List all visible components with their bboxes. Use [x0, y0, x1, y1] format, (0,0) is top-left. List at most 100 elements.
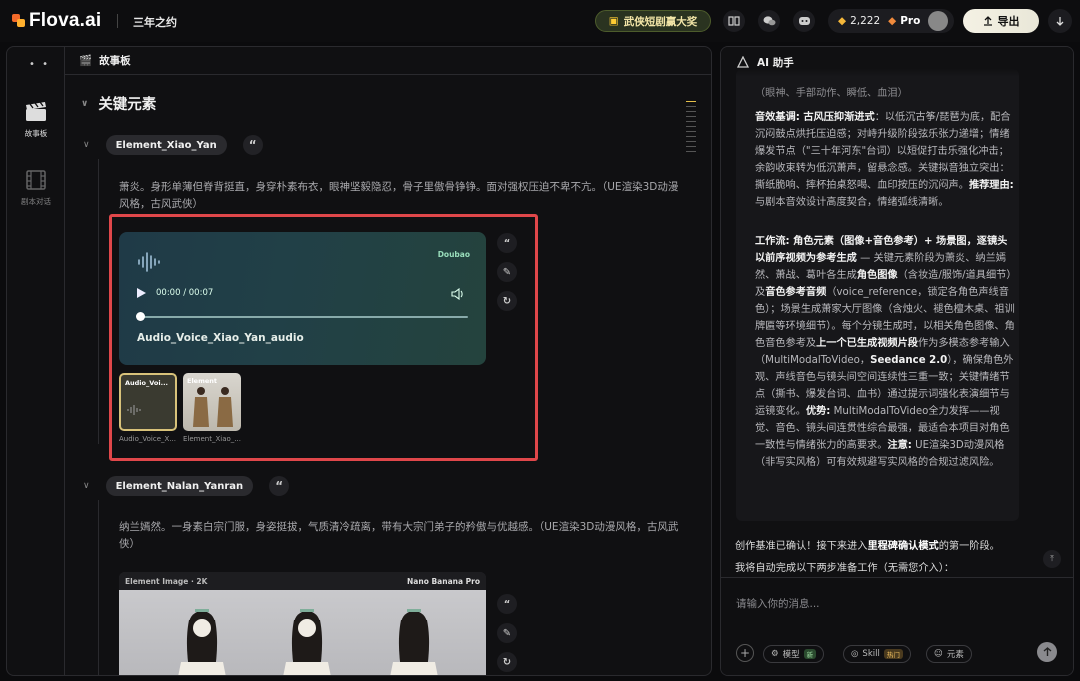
- chip-label: 元素: [946, 650, 964, 660]
- assistant-header: AI 助手: [721, 47, 1073, 77]
- model-icon: ⚙: [771, 649, 779, 659]
- card-actions: “ ✎ ↻: [497, 594, 517, 672]
- model-chip[interactable]: ⚙ 模型 新: [763, 645, 825, 663]
- refresh-icon[interactable]: ↻: [497, 652, 517, 672]
- trophy-icon: ▣: [608, 15, 619, 27]
- confirm-text: 创作基准已确认！接下来进入: [735, 541, 868, 552]
- workflow-bold: Seedance 2.0: [870, 355, 948, 366]
- element-name-pill[interactable]: Element_Nalan_Yanran: [105, 476, 254, 496]
- section-header[interactable]: ∨ 关键元素: [81, 93, 156, 114]
- confirm-text: 的第一阶段。: [938, 541, 1000, 552]
- element-chip[interactable]: ☺ 元素: [926, 645, 972, 663]
- project-title[interactable]: 三年之约: [133, 14, 177, 30]
- workflow-bold: 上一个已生成视频片段: [816, 338, 918, 349]
- audio-label: 音效基调: 古风压抑渐进式: [755, 112, 875, 123]
- discord-icon[interactable]: [793, 10, 815, 32]
- chip-label: Skill: [862, 649, 880, 659]
- confirm-message: 创作基准已确认！接下来进入里程碑确认模式的第一阶段。: [735, 537, 1000, 552]
- export-button[interactable]: 导出: [963, 9, 1039, 33]
- skill-icon: ◎: [851, 649, 859, 659]
- send-button[interactable]: [1037, 642, 1057, 662]
- workflow-bold: 优势:: [805, 406, 831, 417]
- top-bar: Flova.ai 三年之约 ▣ 武侠短剧赢大奖 ◆ 2,222 ◆ Pro 导出: [0, 0, 1080, 42]
- logo[interactable]: Flova.ai: [12, 10, 101, 32]
- side-rail: • • 故事板 剧本对话: [7, 47, 65, 675]
- wechat-icon[interactable]: [758, 10, 780, 32]
- scroll-indicator[interactable]: [686, 97, 696, 156]
- download-button[interactable]: [1048, 9, 1072, 33]
- assistant-panel: （眼神、手部动作、瞬低、血泪） 音效基调: 古风压抑渐进式：以低沉古筝/琵琶为底…: [720, 46, 1074, 676]
- confirm-bold: 里程碑确认模式: [867, 541, 939, 552]
- promo-button[interactable]: ▣ 武侠短剧赢大奖: [595, 10, 711, 32]
- credits-value: 2,222: [850, 15, 881, 27]
- plan-label: Pro: [900, 15, 921, 27]
- logo-text: Flova.ai: [29, 10, 102, 31]
- logo-mark-icon: [12, 14, 26, 28]
- section-title: 关键元素: [98, 97, 157, 113]
- message-input[interactable]: 请输入你的消息...: [736, 596, 820, 611]
- message-line: （眼神、手部动作、瞬低、血泪）: [755, 88, 908, 99]
- reason-label: 推荐理由:: [968, 180, 1014, 191]
- upload-icon: [983, 16, 992, 26]
- workflow-bold: 音色参考音频: [765, 287, 827, 298]
- chevron-down-icon[interactable]: ∨: [83, 140, 90, 150]
- divider: [117, 14, 118, 28]
- element-description: 纳兰嫣然。一身素白宗门服，身姿挺拔，气质清冷疏离，带有大宗门弟子的矜傲与优越感。…: [119, 521, 679, 550]
- workflow-bold: 注意:: [887, 440, 912, 451]
- storyboard-content: ∨ 关键元素 ∨ Element_Xiao_Yan “ 萧炎。身形单薄但脊背挺直…: [65, 75, 711, 675]
- panel-title: 故事板: [99, 55, 131, 67]
- image-model: Nano Banana Pro: [407, 576, 480, 586]
- thread-line: [98, 159, 99, 444]
- auto-note: 我将自动完成以下两步准备工作（无需您介入）：: [735, 563, 955, 574]
- chevron-down-icon: ∨: [81, 98, 89, 109]
- promo-label: 武侠短剧赢大奖: [623, 15, 698, 28]
- element-icon: ☺: [934, 649, 943, 659]
- arrow-down-icon: [1056, 16, 1064, 26]
- element-row: ∨ Element_Xiao_Yan “: [83, 135, 263, 155]
- book-icon[interactable]: [723, 10, 745, 32]
- arrow-up-icon: [1043, 647, 1051, 656]
- film-icon: [26, 170, 46, 190]
- storyboard-panel: • • 故事板 剧本对话 🎬 故事板 ∨ 关键元素 ∨ Element_Xiao…: [6, 46, 712, 676]
- element-description: 萧炎。身形单薄但脊背挺直，身穿朴素布衣，眼神坚毅隐忍，骨子里傲骨铮铮。面对强权压…: [119, 181, 679, 210]
- export-label: 导出: [997, 15, 1020, 28]
- image-label: Element Image: [125, 576, 189, 586]
- rail-item-label: 故事板: [24, 129, 48, 138]
- reason-text: 与剧本音效设计高度契合，情绪弧线清晰。: [755, 197, 949, 208]
- audio-paragraph: 音效基调: 古风压抑渐进式：以低沉古筝/琵琶为底，配合沉闷鼓点烘托压迫感；对峙升…: [755, 109, 1015, 211]
- image-resolution: 2K: [196, 576, 208, 586]
- quote-button[interactable]: “: [242, 135, 263, 155]
- pro-diamond-icon: ◆: [888, 15, 897, 27]
- more-icon[interactable]: • •: [29, 59, 50, 70]
- add-attachment-button[interactable]: +: [736, 644, 754, 662]
- scroll-top-button[interactable]: ⤒: [1043, 550, 1061, 568]
- edit-icon[interactable]: ✎: [497, 623, 517, 643]
- selection-highlight: [109, 214, 538, 461]
- quote-button[interactable]: “: [269, 476, 290, 496]
- chip-label: 模型: [782, 650, 800, 660]
- element-image-card[interactable]: Element Image · 2K Nano Banana Pro: [119, 572, 486, 675]
- clapperboard-icon: [26, 101, 46, 121]
- panel-header: 🎬 故事板: [65, 47, 711, 75]
- element-row: ∨ Element_Nalan_Yanran “: [83, 476, 290, 496]
- skill-chip[interactable]: ◎ Skill 热门: [843, 645, 911, 663]
- image-card-header: Element Image · 2K Nano Banana Pro: [119, 572, 486, 590]
- rail-item-storyboard[interactable]: 故事板: [15, 101, 57, 139]
- element-name-pill[interactable]: Element_Xiao_Yan: [105, 135, 227, 155]
- credits-badge[interactable]: ◆ 2,222 ◆ Pro: [828, 9, 954, 33]
- chat-input-area: 请输入你的消息... + ⚙ 模型 新 ◎ Skill 热门 ☺ 元素: [721, 577, 1073, 675]
- avatar[interactable]: [928, 11, 949, 31]
- workflow-paragraph: 工作流: 角色元素（图像+音色参考）+ 场景图，逐镜头以前序视频为参考生成 — …: [755, 233, 1015, 471]
- clapperboard-icon: 🎬: [79, 55, 93, 67]
- rail-item-label: 剧本对话: [21, 197, 51, 206]
- chip-badge: 热门: [883, 649, 903, 659]
- character-image: [119, 590, 486, 675]
- quote-button[interactable]: “: [497, 594, 517, 614]
- chevron-down-icon[interactable]: ∨: [83, 481, 90, 491]
- assistant-logo-icon: [737, 56, 749, 68]
- chip-badge: 新: [803, 649, 817, 659]
- coin-icon: ◆: [838, 15, 847, 27]
- workflow-bold: 角色图像: [856, 270, 898, 281]
- rail-item-script[interactable]: 剧本对话: [15, 169, 57, 207]
- assistant-message: （眼神、手部动作、瞬低、血泪） 音效基调: 古风压抑渐进式：以低沉古筝/琵琶为底…: [736, 69, 1019, 521]
